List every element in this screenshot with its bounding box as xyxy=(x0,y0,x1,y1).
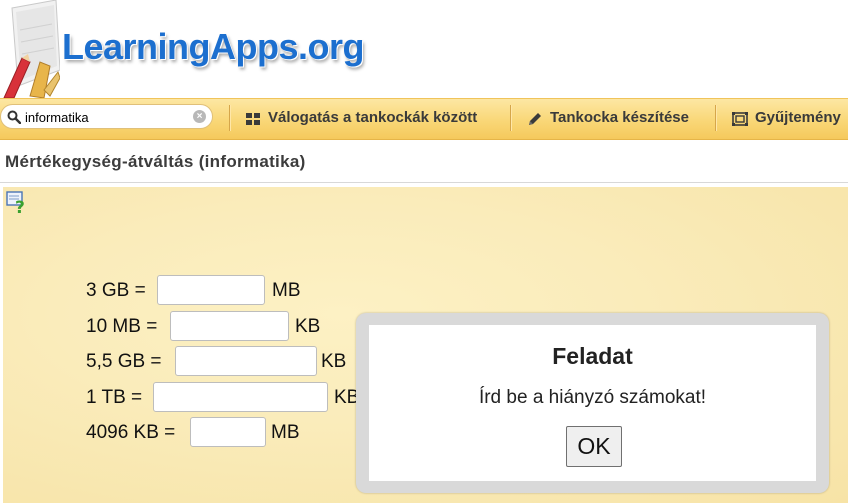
nav-item-label: Gyűjtemény xyxy=(755,109,841,126)
answer-input[interactable] xyxy=(153,382,328,412)
app-frame: ? 3 GB = MB 10 MB = KB 5,5 GB = KB 1 TB … xyxy=(3,187,848,503)
answer-input[interactable] xyxy=(170,311,289,341)
page: LearningApps.org × Válogatás a tankockák… xyxy=(0,0,848,503)
nav-item-label: Tankocka készítése xyxy=(550,109,689,126)
logo-pencil-paper-icon xyxy=(3,0,60,98)
header: LearningApps.org xyxy=(0,0,848,98)
task-dialog: Feladat Írd be a hiányzó számokat! OK xyxy=(356,313,829,493)
pencil-icon xyxy=(529,113,541,125)
row-unit: MB xyxy=(271,422,300,443)
exercise-row: 3 GB = MB xyxy=(86,275,316,307)
nav-item-label: Válogatás a tankockák között xyxy=(268,109,478,126)
title-divider xyxy=(0,182,848,183)
row-unit: MB xyxy=(272,280,301,301)
exercise-row: 4096 KB = MB xyxy=(86,417,316,449)
row-expression: 3 GB = xyxy=(86,280,146,301)
collection-icon xyxy=(732,112,748,126)
grid-icon xyxy=(246,113,260,125)
clear-search-icon[interactable]: × xyxy=(193,110,206,123)
logo-text[interactable]: LearningApps.org xyxy=(62,26,365,68)
row-expression: 1 TB = xyxy=(86,387,143,408)
row-expression: 4096 KB = xyxy=(86,422,176,443)
nav-item-collection[interactable]: Gyűjtemény xyxy=(732,99,848,137)
nav-separator xyxy=(715,105,716,131)
search-box: × xyxy=(0,104,213,129)
exercise-row: 10 MB = KB xyxy=(86,311,346,343)
dialog-body: Feladat Írd be a hiányzó számokat! OK xyxy=(369,325,816,481)
answer-input[interactable] xyxy=(190,417,266,447)
help-icon[interactable]: ? xyxy=(6,191,28,215)
search-input[interactable] xyxy=(25,108,190,126)
row-expression: 10 MB = xyxy=(86,316,158,337)
row-expression: 5,5 GB = xyxy=(86,351,162,372)
nav-item-browse[interactable]: Válogatás a tankockák között xyxy=(245,99,500,137)
page-title: Mértékegység-átváltás (informatika) xyxy=(5,152,306,171)
ok-button[interactable]: OK xyxy=(566,426,622,467)
nav-item-create[interactable]: Tankocka készítése xyxy=(527,99,707,137)
svg-text:?: ? xyxy=(15,198,25,215)
row-unit: KB xyxy=(321,351,347,372)
dialog-title: Feladat xyxy=(552,343,633,369)
search-icon[interactable] xyxy=(7,110,21,124)
answer-input[interactable] xyxy=(157,275,265,305)
nav-separator xyxy=(229,105,230,131)
navbar: × Válogatás a tankockák között Tankocka … xyxy=(0,98,848,140)
dialog-message: Írd be a hiányzó számokat! xyxy=(478,387,707,408)
row-unit: KB xyxy=(295,316,321,337)
exercise-row: 1 TB = KB xyxy=(86,382,359,414)
answer-input[interactable] xyxy=(175,346,317,376)
exercise-row: 5,5 GB = KB xyxy=(86,346,356,378)
nav-separator xyxy=(510,105,511,131)
